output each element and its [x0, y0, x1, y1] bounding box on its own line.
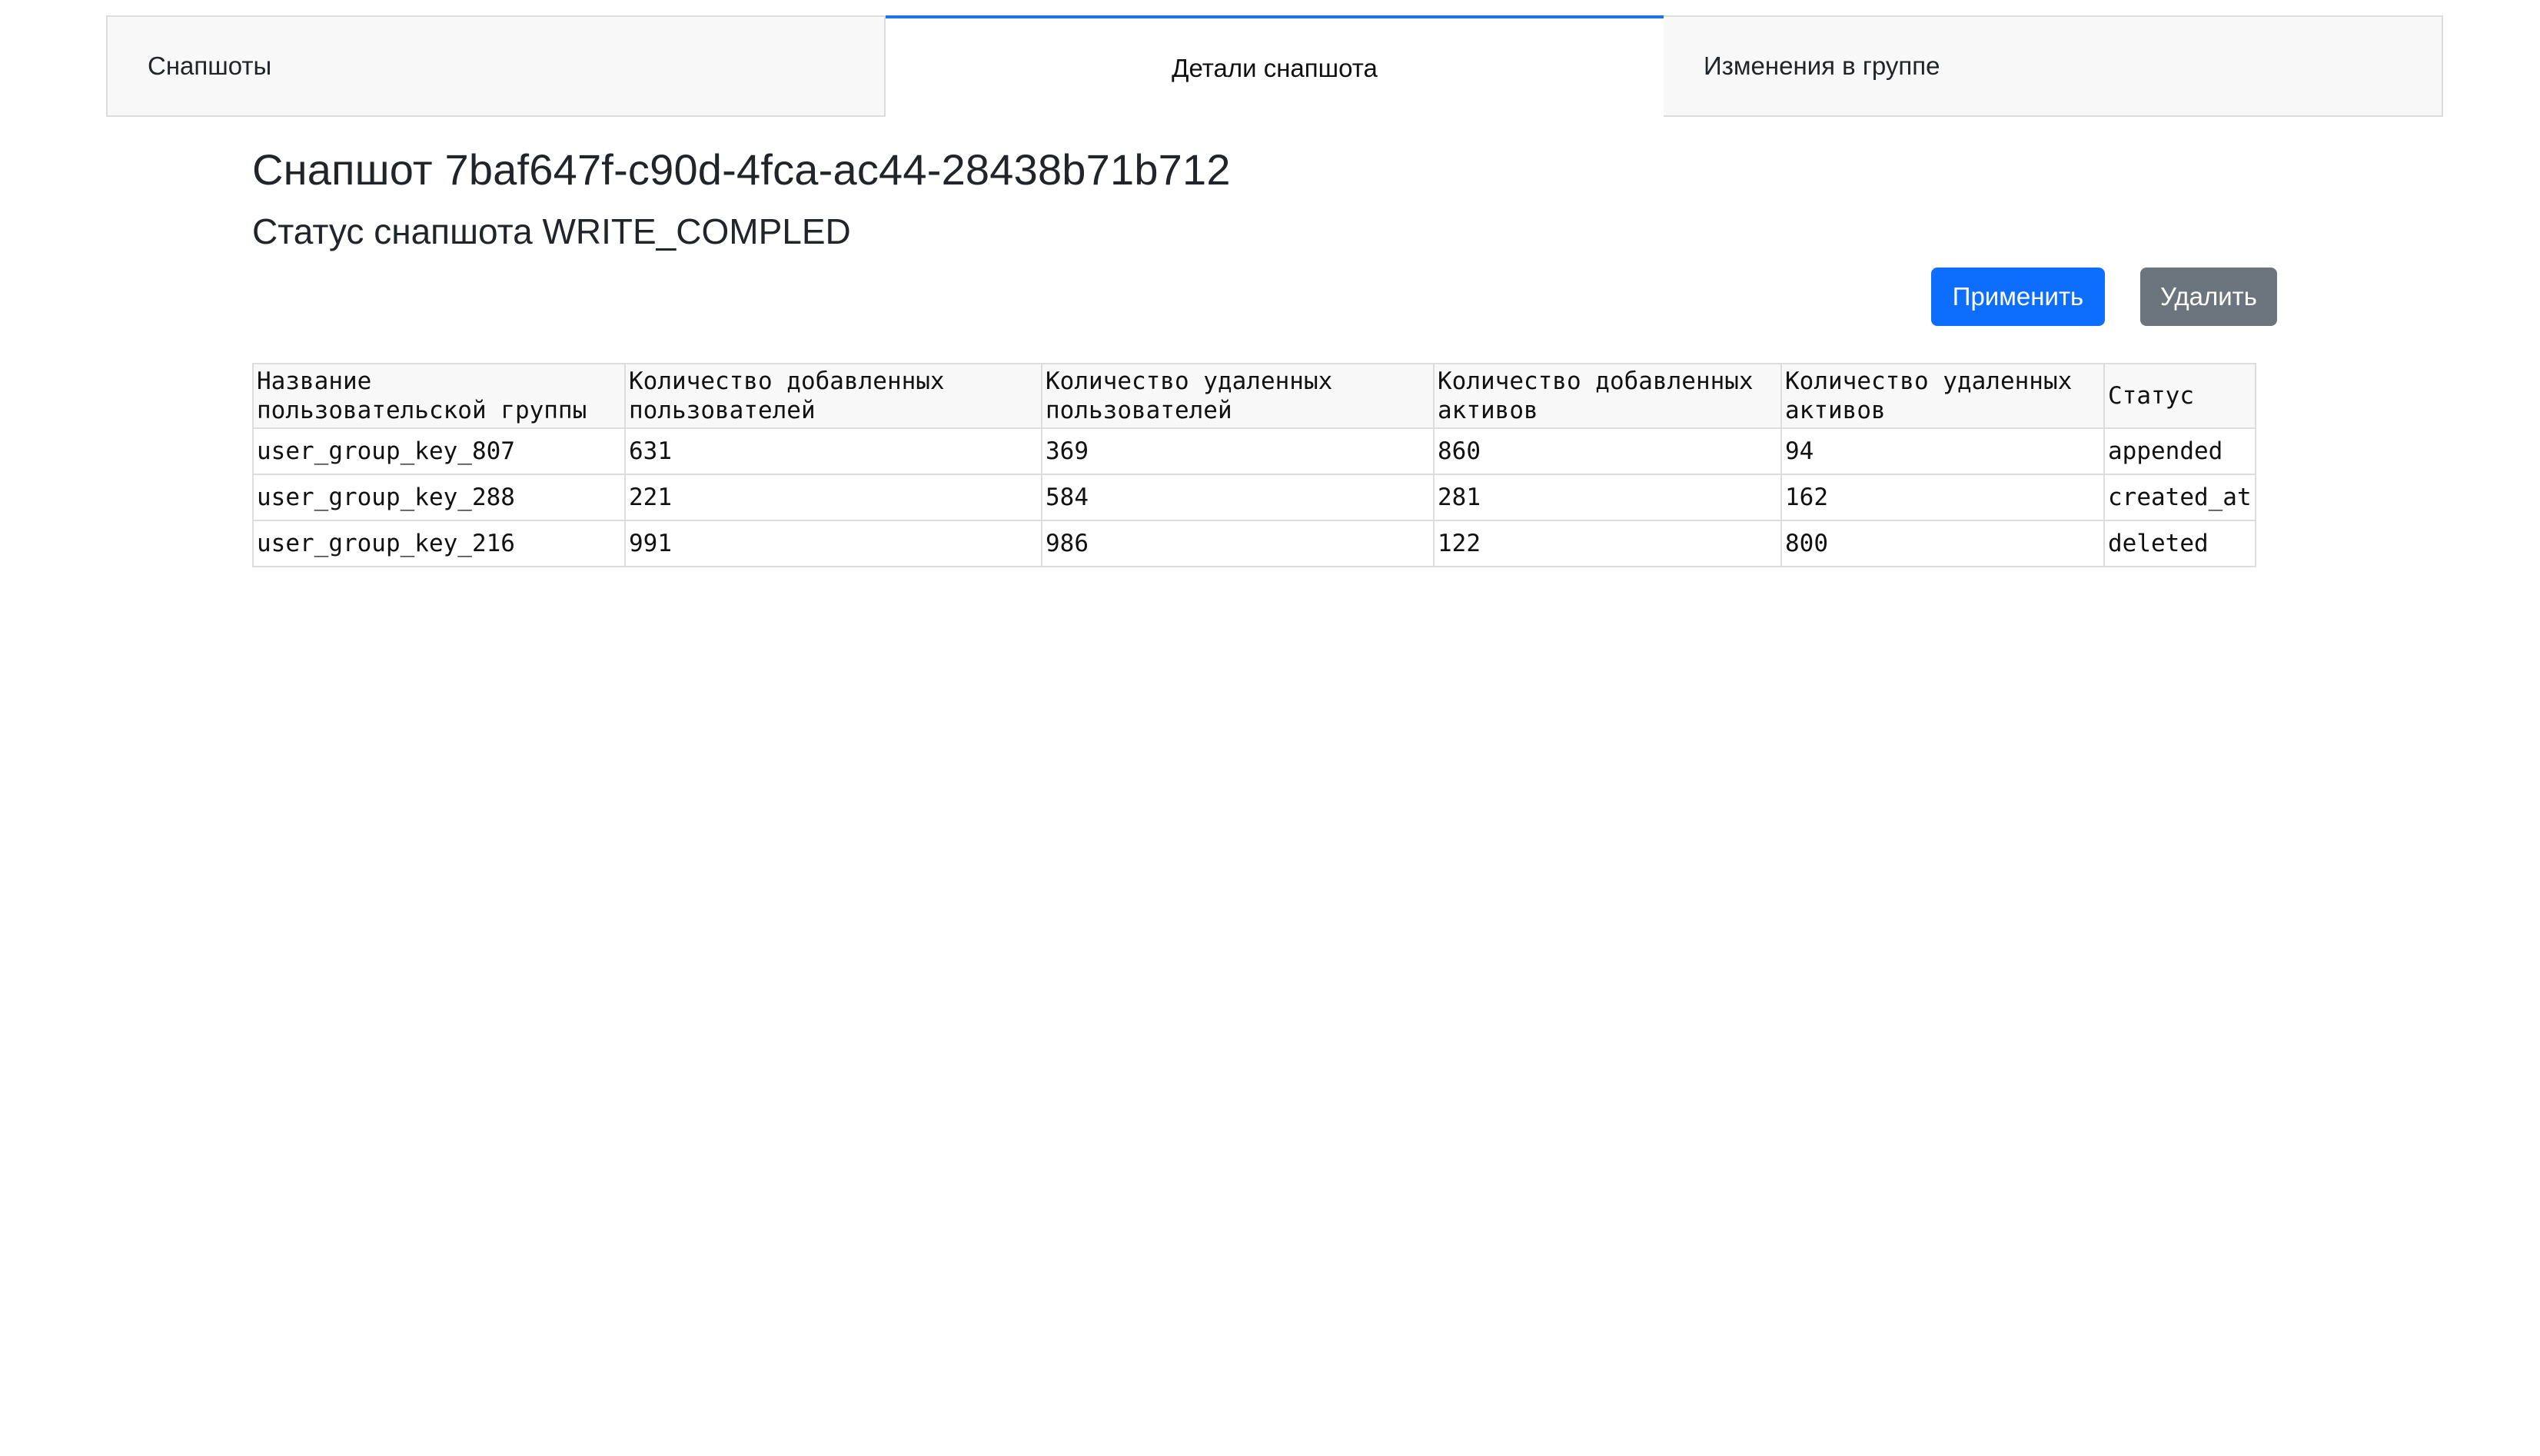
cell-group-name: user_group_key_288 — [252, 474, 626, 521]
cell-added-users: 221 — [624, 474, 1042, 521]
table-header-row: Название пользовательской группы Количес… — [252, 363, 2256, 429]
tab-snapshot-details[interactable]: Детали снапшота — [886, 15, 1664, 117]
table-header: Название пользовательской группы Количес… — [252, 363, 2256, 429]
column-header-line: Название — [257, 367, 372, 395]
cell-added-assets: 281 — [1433, 474, 1782, 521]
cell-removed-assets: 162 — [1780, 474, 2105, 521]
column-header-line: Количество удаленных — [1785, 367, 2073, 395]
cell-status: appended — [2103, 427, 2256, 475]
tab-snapshot-details-label: Детали снапшота — [1172, 54, 1378, 82]
tab-group-changes-label: Изменения в группе — [1704, 52, 1940, 80]
column-header-line: Статус — [2108, 382, 2194, 410]
column-header-line: пользователей — [629, 397, 816, 424]
table-row: user_group_key_288 221 584 281 162 creat… — [252, 474, 2256, 521]
tab-bar: Снапшоты Детали снапшота Изменения в гру… — [106, 15, 2443, 117]
user-groups-table: Название пользовательской группы Количес… — [252, 363, 2256, 567]
cell-removed-assets: 94 — [1780, 427, 2105, 475]
column-header-group-name: Название пользовательской группы — [252, 363, 626, 429]
column-header-line: пользователей — [1046, 397, 1232, 424]
column-header-status: Статус — [2103, 363, 2256, 429]
page-title: Снапшот 7baf647f-c90d-4fca-ac44-28438b71… — [252, 145, 1231, 194]
tab-snapshots[interactable]: Снапшоты — [106, 15, 886, 117]
cell-status: created_at — [2103, 474, 2256, 521]
table-row: user_group_key_216 991 986 122 800 delet… — [252, 520, 2256, 567]
cell-added-users: 991 — [624, 520, 1042, 567]
column-header-added-assets: Количество добавленных активов — [1433, 363, 1782, 429]
column-header-line: Количество добавленных — [629, 367, 945, 395]
table-body: user_group_key_807 631 369 860 94 append… — [252, 427, 2256, 567]
column-header-removed-users: Количество удаленных пользователей — [1041, 363, 1435, 429]
snapshot-details-page: Снапшоты Детали снапшота Изменения в гру… — [0, 0, 2540, 1456]
cell-removed-users: 369 — [1041, 427, 1435, 475]
column-header-removed-assets: Количество удаленных активов — [1780, 363, 2105, 429]
cell-removed-assets: 800 — [1780, 520, 2105, 567]
column-header-line: пользовательской группы — [257, 397, 587, 424]
tab-group-changes[interactable]: Изменения в группе — [1664, 15, 2443, 117]
cell-removed-users: 986 — [1041, 520, 1435, 567]
cell-added-assets: 122 — [1433, 520, 1782, 567]
table-row: user_group_key_807 631 369 860 94 append… — [252, 427, 2256, 475]
column-header-line: Количество добавленных — [1438, 367, 1754, 395]
delete-button[interactable]: Удалить — [2140, 268, 2277, 326]
column-header-line: активов — [1438, 397, 1538, 424]
column-header-added-users: Количество добавленных пользователей — [624, 363, 1042, 429]
apply-button[interactable]: Применить — [1931, 268, 2105, 326]
cell-group-name: user_group_key_807 — [252, 427, 626, 475]
cell-group-name: user_group_key_216 — [252, 520, 626, 567]
cell-added-users: 631 — [624, 427, 1042, 475]
cell-removed-users: 584 — [1041, 474, 1435, 521]
column-header-line: активов — [1785, 397, 1886, 424]
cell-status: deleted — [2103, 520, 2256, 567]
snapshot-status: Статус снапшота WRITE_COMPLED — [252, 211, 851, 251]
column-header-line: Количество удаленных — [1046, 367, 1333, 395]
cell-added-assets: 860 — [1433, 427, 1782, 475]
tab-snapshots-label: Снапшоты — [148, 52, 272, 80]
